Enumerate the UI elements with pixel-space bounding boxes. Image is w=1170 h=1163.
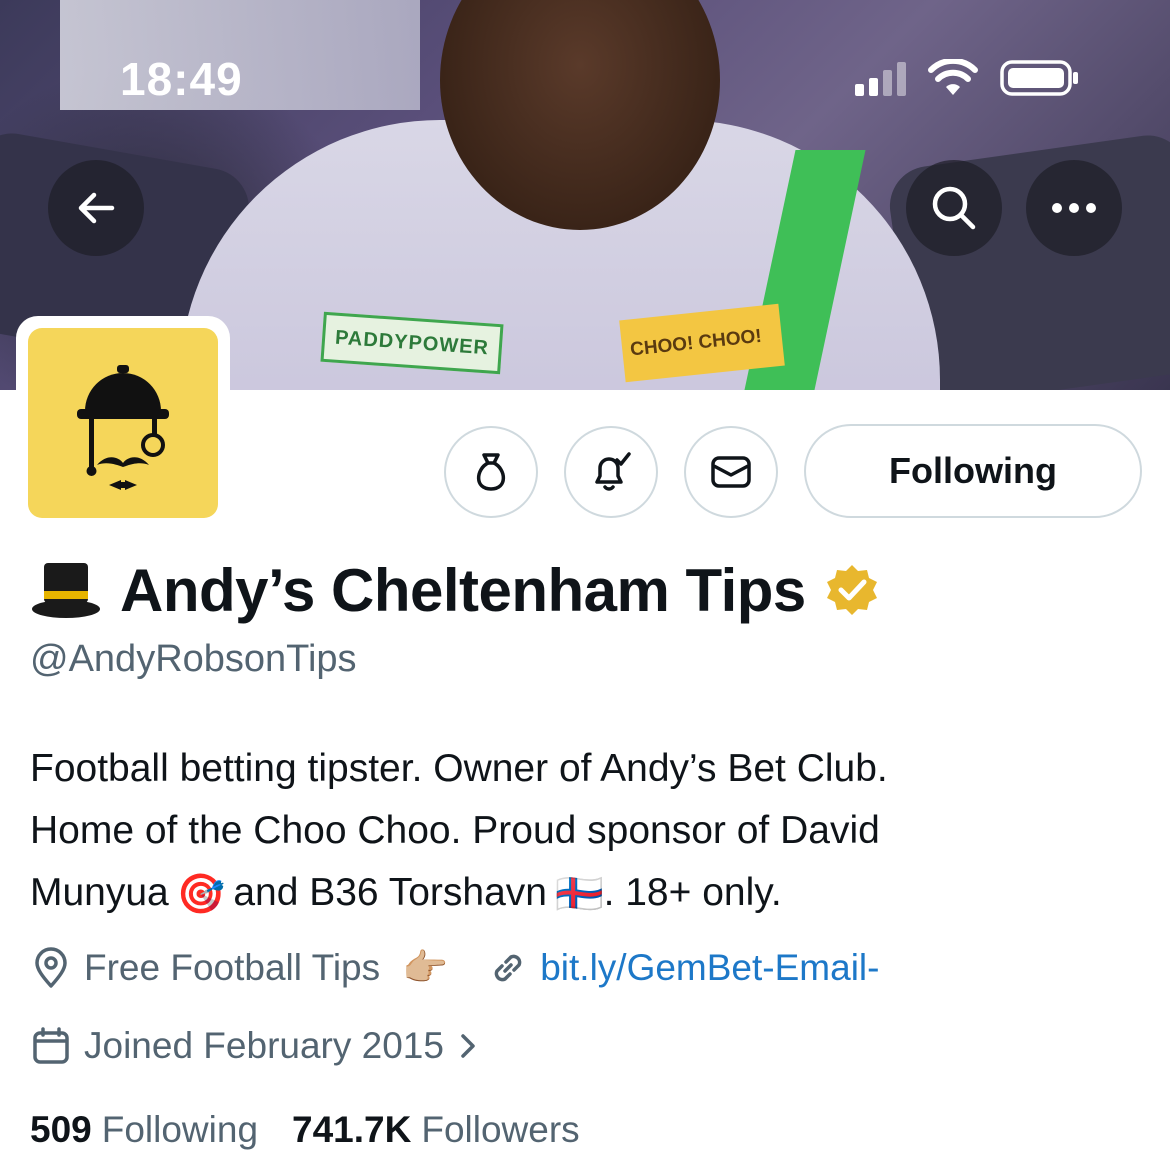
battery-icon xyxy=(1000,60,1078,96)
profile-bio: Football betting tipster. Owner of Andy’… xyxy=(30,738,1140,926)
bio-line: Munyua 🎯 and B36 Torshavn 🇫🇴. 18+ only. xyxy=(30,862,1140,926)
notifications-button[interactable] xyxy=(564,426,658,518)
envelope-icon xyxy=(711,456,751,488)
location-text: Free Football Tips xyxy=(84,947,381,988)
profile-meta-row: Free Football Tips 👉🏼 bit.ly/GemBet-Emai… xyxy=(30,940,879,996)
arrow-left-icon xyxy=(78,192,115,224)
message-button[interactable] xyxy=(684,426,778,518)
dart-target-icon: 🎯 xyxy=(176,872,226,916)
gentleman-logo-icon xyxy=(77,365,169,490)
join-date-row[interactable]: Joined February 2015 xyxy=(30,1018,480,1074)
signal-icon xyxy=(855,60,906,96)
bell-check-icon xyxy=(595,452,631,491)
wifi-icon xyxy=(928,59,978,95)
search-button[interactable] xyxy=(906,160,1002,256)
display-name-row: Andy’s Cheltenham Tips xyxy=(30,552,880,628)
follow-stats: 509 Following 741.7K Followers xyxy=(30,1102,614,1158)
bio-text: and B36 Torshavn xyxy=(233,871,547,914)
money-bag-icon xyxy=(476,453,506,491)
followers-stat[interactable]: 741.7K Followers xyxy=(292,1109,580,1151)
join-date-text: Joined February 2015 xyxy=(84,1025,444,1066)
back-button[interactable] xyxy=(48,160,144,256)
avatar[interactable] xyxy=(16,316,230,530)
followers-label: Followers xyxy=(421,1109,580,1150)
username-handle: @AndyRobsonTips xyxy=(30,638,357,680)
subscribe-button[interactable] xyxy=(444,426,538,518)
following-count: 509 xyxy=(30,1109,92,1150)
location-item: Free Football Tips 👉🏼 xyxy=(30,947,448,990)
bio-text: Munyua xyxy=(30,871,169,914)
status-icons xyxy=(855,58,1080,98)
top-hat-icon xyxy=(32,563,100,618)
bio-text: . 18+ only. xyxy=(603,871,782,914)
following-stat[interactable]: 509 Following xyxy=(30,1109,258,1151)
status-time: 18:49 xyxy=(120,53,243,105)
verified-badge-icon xyxy=(826,565,877,615)
following-label: Following xyxy=(101,1109,259,1150)
search-icon xyxy=(932,186,976,230)
bio-line: Home of the Choo Choo. Proud sponsor of … xyxy=(30,809,880,852)
avatar-image xyxy=(28,328,218,518)
faroe-islands-flag-icon: 🇫🇴 xyxy=(555,872,604,916)
display-name: Andy’s Cheltenham Tips xyxy=(120,556,806,624)
location-pin-icon xyxy=(35,947,67,988)
calendar-icon xyxy=(33,1027,69,1064)
more-horizontal-icon xyxy=(1052,203,1096,213)
website-link[interactable]: bit.ly/GemBet-Email- xyxy=(540,947,879,989)
chevron-right-icon xyxy=(461,1034,475,1058)
following-button[interactable]: Following xyxy=(804,424,1142,518)
pointing-hand-icon: 👉🏼 xyxy=(402,946,449,988)
more-button[interactable] xyxy=(1026,160,1122,256)
followers-count: 741.7K xyxy=(292,1109,412,1150)
bio-line: Football betting tipster. Owner of Andy’… xyxy=(30,747,888,790)
website-item[interactable]: bit.ly/GemBet-Email- xyxy=(488,947,879,989)
link-icon xyxy=(494,954,522,982)
